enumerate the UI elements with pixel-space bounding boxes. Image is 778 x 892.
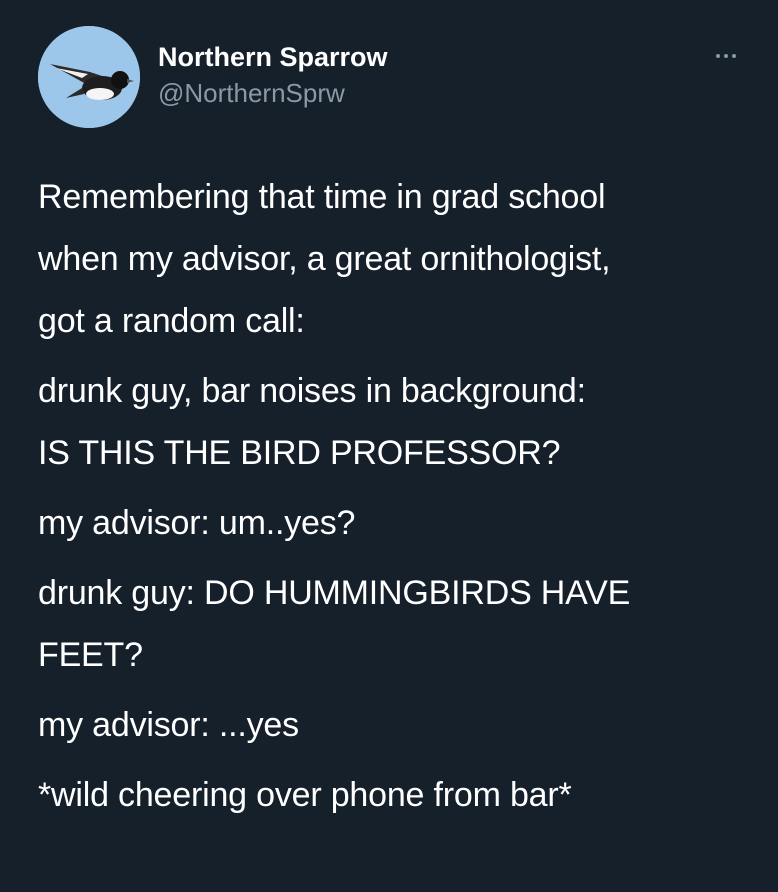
more-options-icon[interactable] xyxy=(708,46,748,66)
tweet-line: when my advisor, a great ornithologist, xyxy=(38,240,611,278)
tweet-line: FEET? xyxy=(38,636,143,674)
more-dot xyxy=(716,54,720,58)
user-names: Northern Sparrow @NorthernSprw xyxy=(158,40,388,110)
display-name[interactable]: Northern Sparrow xyxy=(158,40,388,74)
tweet-paragraph: drunk guy, bar noises in background: IS … xyxy=(38,360,758,484)
tweet-line: drunk guy, bar noises in background: xyxy=(38,372,586,410)
more-dot xyxy=(724,54,728,58)
more-dot xyxy=(732,54,736,58)
user-handle[interactable]: @NorthernSprw xyxy=(158,76,388,110)
tweet-line: my advisor: um..yes? xyxy=(38,504,356,542)
tweet-paragraph: my advisor: ...yes xyxy=(38,694,758,756)
tweet-paragraph: *wild cheering over phone from bar* xyxy=(38,764,758,826)
tweet-paragraph: drunk guy: DO HUMMINGBIRDS HAVE FEET? xyxy=(38,562,758,686)
tweet-header: Northern Sparrow @NorthernSprw xyxy=(38,26,738,130)
tweet-line: drunk guy: DO HUMMINGBIRDS HAVE xyxy=(38,574,631,612)
tweet-card: Northern Sparrow @NorthernSprw Rememberi… xyxy=(0,0,778,892)
tweet-paragraph: Remembering that time in grad school whe… xyxy=(38,166,758,352)
tweet-line: my advisor: ...yes xyxy=(38,706,299,744)
tweet-paragraph: my advisor: um..yes? xyxy=(38,492,758,554)
tweet-line: Remembering that time in grad school xyxy=(38,178,606,216)
avatar[interactable] xyxy=(38,26,140,128)
tweet-line: got a random call: xyxy=(38,302,305,340)
tweet-line: *wild cheering over phone from bar* xyxy=(38,776,572,814)
bird-avatar-image xyxy=(38,26,140,128)
tweet-line: IS THIS THE BIRD PROFESSOR? xyxy=(38,434,561,472)
tweet-text: Remembering that time in grad school whe… xyxy=(38,166,758,834)
